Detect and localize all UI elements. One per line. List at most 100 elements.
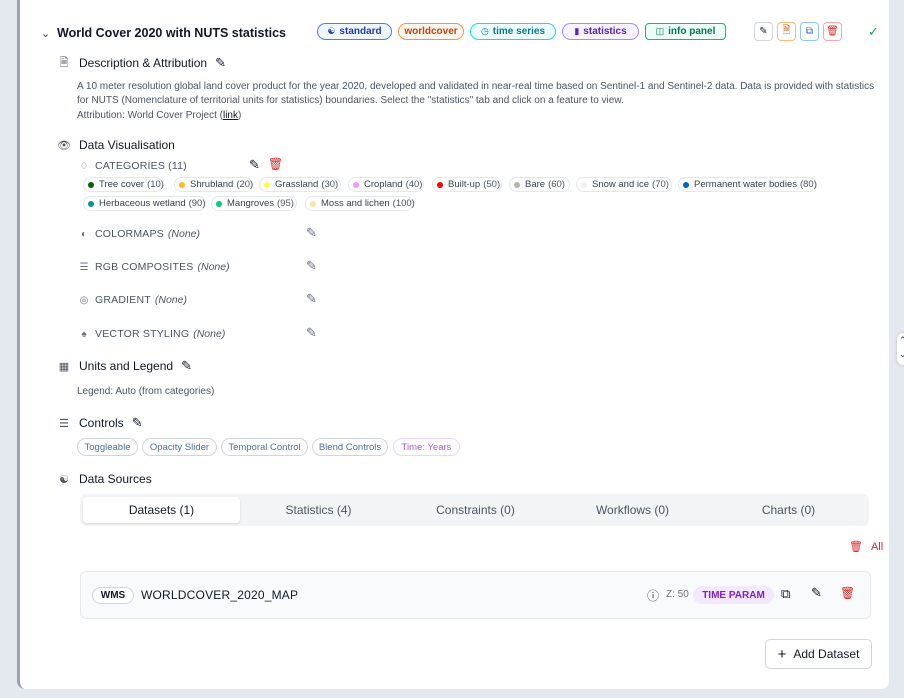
eye-icon: 👁 xyxy=(57,139,71,152)
control-blend: Blend Controls xyxy=(312,438,388,456)
categories-row: ♢ CATEGORIES (11) ✎ 🗑 xyxy=(77,157,284,173)
brush-icon: ♠ xyxy=(81,328,87,340)
description-section-header: 🗎 Description & Attribution ✎ xyxy=(57,55,226,71)
delete-all-button[interactable]: 🗑 All xyxy=(849,540,883,554)
category-value: (10) xyxy=(147,179,164,190)
tab-workflows[interactable]: Workflows (0) xyxy=(554,497,711,523)
edit-vector-icon[interactable]: ✎ xyxy=(306,325,317,341)
category-name: Grassland xyxy=(275,179,319,190)
category-color-dot xyxy=(88,200,94,207)
category-value: (40) xyxy=(405,179,423,190)
layers-icon: ☰ xyxy=(79,261,89,273)
category-name: Herbaceous wetland xyxy=(99,198,186,209)
colormaps-row: ◐ COLORMAPS (None) ✎ xyxy=(77,225,317,241)
description-text: A 10 meter resolution global land cover … xyxy=(77,81,875,106)
bar-chart-icon: ▮ xyxy=(574,26,580,36)
tab-charts[interactable]: Charts (0) xyxy=(711,497,866,523)
export-button[interactable]: 🗎 xyxy=(777,22,796,41)
data-sources-tabs: Datasets (1) Statistics (4) Constraints … xyxy=(80,494,869,526)
visualisation-section-header: 👁 Data Visualisation xyxy=(57,137,175,153)
category-name: Tree cover xyxy=(99,179,145,190)
edit-colormaps-icon[interactable]: ✎ xyxy=(306,225,317,241)
attribution-link[interactable]: link xyxy=(223,110,238,121)
tab-datasets[interactable]: Datasets (1) xyxy=(83,497,240,523)
edit-button[interactable]: ✎ xyxy=(754,22,773,41)
category-name: Snow and ice xyxy=(592,179,650,190)
category-value: (50) xyxy=(483,179,501,190)
edit-units-icon[interactable]: ✎ xyxy=(181,358,192,374)
tag-worldcover: worldcover xyxy=(398,23,464,40)
chevron-down-icon: ⌄ xyxy=(899,349,904,359)
data-sources-section-header: ☯ Data Sources xyxy=(57,471,152,487)
category-color-dot xyxy=(683,181,689,188)
edit-gradient-icon[interactable]: ✎ xyxy=(306,291,317,307)
collapse-chevron-icon[interactable]: ⌄ xyxy=(41,27,50,40)
edit-controls-icon[interactable]: ✎ xyxy=(132,415,143,431)
clock-icon: ◷ xyxy=(480,26,489,36)
category-value: (20) xyxy=(236,179,254,190)
category-color-dot xyxy=(216,200,222,207)
database-icon: ☯ xyxy=(327,26,336,36)
visualisation-label: Data Visualisation xyxy=(79,138,175,152)
category-chip: Snow and ice (70) xyxy=(576,177,672,192)
trash-icon: 🗑 xyxy=(826,26,839,37)
duplicate-button[interactable]: ⧉ xyxy=(800,22,819,41)
control-opacity-slider: Opacity Slider xyxy=(142,438,217,456)
units-label: Units and Legend xyxy=(79,359,174,373)
sliders-icon: ☰ xyxy=(59,417,69,430)
document-icon: 🗎 xyxy=(59,56,69,69)
edit-dataset-icon[interactable]: ✎ xyxy=(811,585,822,601)
delete-button[interactable]: 🗑 xyxy=(823,22,842,41)
attribution: Attribution: World Cover Project (link) xyxy=(77,110,242,121)
delete-dataset-icon[interactable]: 🗑 xyxy=(840,586,855,600)
plus-icon: + xyxy=(777,645,787,663)
copy-icon: ⧉ xyxy=(805,26,814,37)
trash-icon: 🗑 xyxy=(849,541,863,553)
tab-statistics[interactable]: Statistics (4) xyxy=(240,497,397,523)
duplicate-dataset-icon[interactable]: ⧉ xyxy=(781,586,790,602)
category-color-dot xyxy=(353,181,359,188)
tag-standard: ☯ standard xyxy=(317,23,392,40)
units-section-header: ▦ Units and Legend ✎ xyxy=(57,358,192,374)
category-value: (70) xyxy=(652,179,669,190)
layer-title: World Cover 2020 with NUTS statistics xyxy=(57,26,286,40)
dataset-name: WORLDCOVER_2020_MAP xyxy=(141,588,299,602)
category-color-dot xyxy=(88,181,94,188)
edit-description-icon[interactable]: ✎ xyxy=(215,55,226,71)
controls-label: Controls xyxy=(79,416,124,430)
category-chip: Shrubland (20) xyxy=(174,177,253,192)
category-value: (95) xyxy=(277,198,294,209)
edit-categories-icon[interactable]: ✎ xyxy=(249,157,260,173)
category-name: Moss and lichen xyxy=(321,198,390,209)
side-collapse-handle[interactable]: ⌃ ⌄ xyxy=(897,333,904,365)
category-chip: Mangroves (95) xyxy=(211,196,297,211)
data-sources-label: Data Sources xyxy=(79,472,152,486)
category-chip: Grassland (30) xyxy=(259,177,341,192)
category-chip: Cropland (40) xyxy=(348,177,424,192)
rgb-composites-row: ☰ RGB COMPOSITES (None) ✎ xyxy=(77,258,317,274)
add-dataset-button[interactable]: + Add Dataset xyxy=(765,639,872,669)
z-index-label: Z: 50 xyxy=(666,589,689,600)
tab-constraints[interactable]: Constraints (0) xyxy=(397,497,554,523)
panel-icon: ◫ xyxy=(655,26,665,36)
dataset-type-badge: WMS xyxy=(92,587,134,604)
category-color-dot xyxy=(179,181,185,188)
category-name: Built-up xyxy=(448,179,481,190)
database-icon: ☯ xyxy=(59,473,69,486)
control-toggleable: Toggleable xyxy=(77,438,138,456)
category-value: (60) xyxy=(548,179,565,190)
delete-categories-icon[interactable]: 🗑 xyxy=(268,157,283,171)
edit-icon: ✎ xyxy=(759,26,768,37)
controls-section-header: ☰ Controls ✎ xyxy=(57,415,143,431)
info-icon[interactable]: ⓘ xyxy=(647,587,659,604)
category-color-dot xyxy=(310,200,316,207)
category-chip: Tree cover (10) xyxy=(83,177,164,192)
gradient-icon: ◎ xyxy=(79,294,89,306)
layer-card: ⌄ World Cover 2020 with NUTS statistics … xyxy=(17,0,889,689)
category-value: (100) xyxy=(392,198,415,209)
category-chip: Built-up (50) xyxy=(432,177,502,192)
tag-info-panel: ◫ info panel xyxy=(645,23,726,40)
file-code-icon: 🗎 xyxy=(782,25,791,36)
vector-styling-row: ♠ VECTOR STYLING (None) ✎ xyxy=(77,325,317,341)
edit-rgb-icon[interactable]: ✎ xyxy=(306,258,317,274)
